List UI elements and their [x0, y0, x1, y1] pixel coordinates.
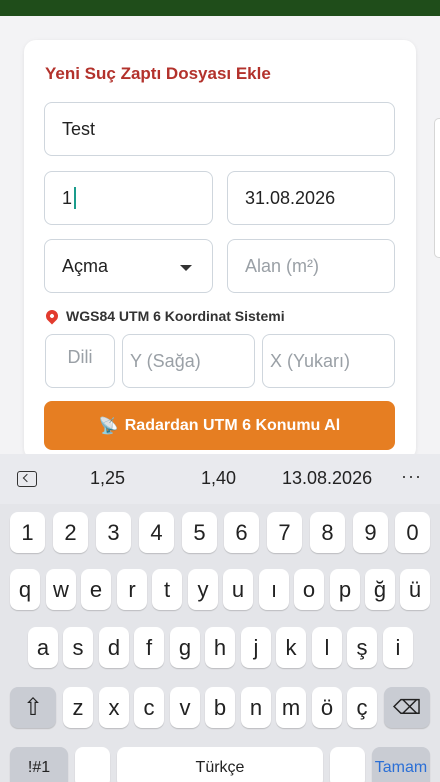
key-a[interactable]: a	[28, 627, 58, 668]
key-b[interactable]: b	[205, 687, 235, 728]
key-k[interactable]: k	[276, 627, 306, 668]
key-g-breve[interactable]: ğ	[365, 569, 395, 610]
key-g[interactable]: g	[170, 627, 200, 668]
key-d[interactable]: d	[99, 627, 129, 668]
y-coordinate-input[interactable]: Y (Sağa)	[122, 334, 255, 388]
key-q[interactable]: q	[10, 569, 40, 610]
key-1[interactable]: 1	[10, 512, 45, 553]
number-input[interactable]: 1	[44, 171, 213, 225]
key-m[interactable]: m	[276, 687, 306, 728]
key-3[interactable]: 3	[96, 512, 131, 553]
x-coordinate-placeholder: X (Yukarı)	[270, 350, 351, 371]
name-input-value: Test	[62, 118, 96, 139]
text-caret	[74, 187, 77, 209]
type-select[interactable]: Açma	[44, 239, 213, 293]
key-l[interactable]: l	[312, 627, 342, 668]
key-h[interactable]: h	[205, 627, 235, 668]
x-coordinate-input[interactable]: X (Yukarı)	[262, 334, 395, 388]
key-u[interactable]: u	[223, 569, 253, 610]
key-y[interactable]: y	[188, 569, 218, 610]
key-e[interactable]: e	[81, 569, 111, 610]
date-input[interactable]: 31.08.2026	[227, 171, 395, 225]
satellite-dish-icon: 📡	[98, 417, 119, 435]
key-4[interactable]: 4	[139, 512, 174, 553]
key-7[interactable]: 7	[267, 512, 302, 553]
key-i[interactable]: i	[383, 627, 413, 668]
key-w[interactable]: w	[46, 569, 76, 610]
backspace-key[interactable]: ⌫	[384, 687, 430, 728]
type-select-value: Açma	[62, 255, 109, 276]
add-case-card: Yeni Suç Zaptı Dosyası Ekle Test 1 31.08…	[24, 40, 416, 460]
suggestion-item[interactable]: 13.08.2026	[282, 468, 372, 489]
location-pin-icon	[43, 307, 61, 325]
number-input-value: 1	[62, 187, 73, 208]
side-panel-edge[interactable]	[434, 118, 440, 258]
key-n[interactable]: n	[241, 687, 271, 728]
keyboard: 1,25 1,40 13.08.2026 ··· 1 2 3 4 5 6 7 8…	[0, 454, 440, 782]
key-2[interactable]: 2	[53, 512, 88, 553]
key-s-cedilla[interactable]: ş	[347, 627, 377, 668]
period-key[interactable]	[330, 747, 365, 782]
area-input[interactable]: Alan (m²)	[227, 239, 395, 293]
coord-system-text: WGS84 UTM 6 Koordinat Sistemi	[66, 308, 285, 324]
shift-icon: ⇧	[22, 694, 44, 721]
key-j[interactable]: j	[241, 627, 271, 668]
key-dotless-i[interactable]: ı	[259, 569, 289, 610]
suggestion-item[interactable]: 1,25	[90, 468, 125, 489]
coord-system-label: WGS84 UTM 6 Koordinat Sistemi	[43, 307, 285, 325]
key-o-umlaut[interactable]: ö	[312, 687, 342, 728]
key-c-cedilla[interactable]: ç	[347, 687, 377, 728]
key-z[interactable]: z	[63, 687, 93, 728]
shift-key[interactable]: ⇧	[10, 687, 56, 728]
date-input-value: 31.08.2026	[245, 187, 336, 208]
dili-input-placeholder: Dili	[67, 347, 93, 367]
suggestion-bar: 1,25 1,40 13.08.2026 ···	[0, 454, 440, 504]
symbols-key[interactable]: !#1	[10, 747, 68, 782]
key-8[interactable]: 8	[310, 512, 345, 553]
key-9[interactable]: 9	[353, 512, 388, 553]
key-u-umlaut[interactable]: ü	[400, 569, 430, 610]
key-f[interactable]: f	[134, 627, 164, 668]
more-horizontal-icon[interactable]: ···	[401, 466, 422, 487]
key-6[interactable]: 6	[224, 512, 259, 553]
status-bar-strip	[0, 0, 440, 16]
radar-location-button[interactable]: 📡 Radardan UTM 6 Konumu Al	[44, 401, 395, 450]
chevron-down-icon	[180, 265, 192, 271]
space-key[interactable]: Türkçe	[117, 747, 323, 782]
y-coordinate-placeholder: Y (Sağa)	[130, 350, 201, 371]
name-input[interactable]: Test	[44, 102, 395, 156]
key-v[interactable]: v	[170, 687, 200, 728]
key-o[interactable]: o	[294, 569, 324, 610]
key-t[interactable]: t	[152, 569, 182, 610]
key-p[interactable]: p	[330, 569, 360, 610]
key-s[interactable]: s	[63, 627, 93, 668]
key-0[interactable]: 0	[395, 512, 430, 553]
backspace-icon: ⌫	[392, 697, 422, 719]
key-c[interactable]: c	[134, 687, 164, 728]
area-input-placeholder: Alan (m²)	[245, 255, 320, 276]
suggestion-item[interactable]: 1,40	[201, 468, 236, 489]
card-title: Yeni Suç Zaptı Dosyası Ekle	[45, 64, 271, 83]
keyboard-back-icon[interactable]	[17, 471, 37, 487]
comma-key[interactable]	[75, 747, 110, 782]
radar-button-label: Radardan UTM 6 Konumu Al	[124, 416, 341, 434]
key-5[interactable]: 5	[182, 512, 217, 553]
key-x[interactable]: x	[99, 687, 129, 728]
dili-input[interactable]: Dili	[45, 334, 115, 388]
key-r[interactable]: r	[117, 569, 147, 610]
done-key[interactable]: Tamam	[372, 747, 430, 782]
